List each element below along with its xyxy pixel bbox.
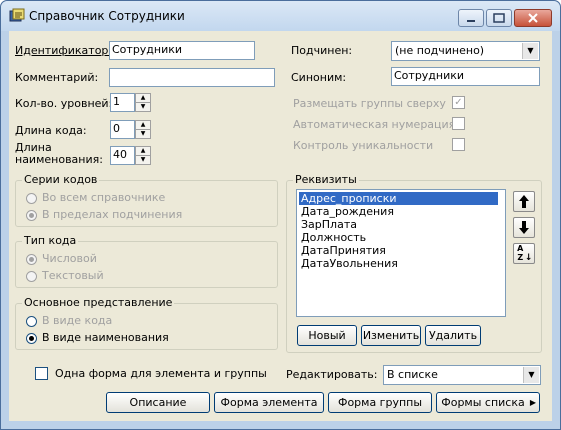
arrow-down-icon <box>519 221 529 234</box>
main-view-title: Основное представление <box>22 296 175 309</box>
new-button[interactable]: Новый <box>297 325 357 346</box>
group-form-button[interactable]: Форма группы <box>328 392 432 413</box>
window-title: Справочник Сотрудники <box>29 9 185 23</box>
name-length-field[interactable]: 40 <box>110 146 135 165</box>
move-up-button[interactable] <box>513 191 535 212</box>
main-view-radio-name[interactable] <box>26 333 37 344</box>
place-groups-label: Размещать группы сверху <box>293 97 446 110</box>
uniqueness-label: Контроль уникальности <box>293 139 434 152</box>
synonym-field[interactable]: Сотрудники <box>391 67 540 86</box>
place-groups-checkbox[interactable]: ✓ <box>452 96 465 109</box>
code-series-group: Серии кодов Во всем справочнике В предел… <box>15 173 278 227</box>
edit-mode-select[interactable]: В списке ▼ <box>383 365 541 385</box>
code-type-radio-text[interactable] <box>26 271 37 282</box>
subordinate-label: Подчинен: <box>291 44 353 57</box>
synonym-label: Синоним: <box>291 71 347 84</box>
main-view-radio-code[interactable] <box>26 316 37 327</box>
code-type-group: Тип кода Числовой Текстовый <box>15 234 278 288</box>
requisites-list[interactable]: Адрес_прописки Дата_рождения ЗарПлата До… <box>296 189 506 317</box>
comment-field[interactable] <box>109 68 275 87</box>
chevron-down-icon[interactable]: ▼ <box>523 367 539 383</box>
code-type-radio-numeric[interactable] <box>26 254 37 265</box>
code-type-option-numeric: Числовой <box>42 252 97 265</box>
minimize-icon <box>467 20 475 22</box>
close-icon <box>528 13 538 23</box>
title-bar[interactable]: Справочник Сотрудники <box>1 1 560 31</box>
list-item[interactable]: Адрес_прописки <box>299 192 498 205</box>
edit-button[interactable]: Изменить <box>361 325 421 346</box>
code-length-field[interactable]: 0 <box>110 120 135 139</box>
comment-label: Комментарий: <box>15 71 99 84</box>
one-form-checkbox[interactable] <box>35 367 48 380</box>
list-item[interactable]: Дата_рождения <box>299 205 396 218</box>
edit-mode-label: Редактировать: <box>286 368 378 381</box>
requisites-group: Реквизиты Адрес_прописки Дата_рождения З… <box>286 173 542 353</box>
sort-button[interactable]: AZ ↓ <box>513 243 535 264</box>
window: Справочник Сотрудники Идентификатор: Сот… <box>0 0 561 430</box>
uniqueness-checkbox[interactable] <box>452 138 465 151</box>
arrow-up-icon <box>519 195 529 208</box>
list-item[interactable]: ЗарПлата <box>299 218 359 231</box>
edit-mode-value: В списке <box>387 368 438 381</box>
list-item[interactable]: ДатаПринятия <box>299 244 388 257</box>
name-length-spinner[interactable]: ▲ ▼ <box>135 146 151 165</box>
auto-numbering-label: Автоматическая нумерация <box>293 118 456 131</box>
code-series-title: Серии кодов <box>22 173 100 186</box>
list-item[interactable]: ДатаУвольнения <box>299 257 400 270</box>
list-forms-label: Формы списка <box>441 396 525 409</box>
levels-spinner[interactable]: ▲ ▼ <box>135 93 151 112</box>
requisites-title: Реквизиты <box>293 173 359 186</box>
id-field[interactable]: Сотрудники <box>109 41 255 60</box>
close-button[interactable] <box>514 9 552 27</box>
chevron-right-icon: ▶ <box>529 398 536 407</box>
levels-label: Кол-во. уровней: <box>15 97 113 110</box>
main-view-group: Основное представление В виде кода В вид… <box>15 296 278 350</box>
subordinate-select[interactable]: (не подчинено) ▼ <box>391 41 540 61</box>
move-down-button[interactable] <box>513 217 535 238</box>
delete-button[interactable]: Удалить <box>425 325 481 346</box>
list-item[interactable]: Должность <box>299 231 368 244</box>
app-icon <box>9 8 25 22</box>
name-length-label-2: наименования: <box>15 153 103 166</box>
sort-az-icon: AZ <box>517 244 524 262</box>
one-form-label: Одна форма для элемента и группы <box>55 367 267 380</box>
subordinate-value: (не подчинено) <box>395 44 485 57</box>
main-view-option-name: В виде наименования <box>42 331 169 344</box>
main-view-option-code: В виде кода <box>42 314 113 327</box>
code-series-option-all: Во всем справочнике <box>42 191 166 204</box>
element-form-button[interactable]: Форма элемента <box>214 392 324 413</box>
code-type-title: Тип кода <box>22 234 79 247</box>
code-series-option-sub: В пределах подчинения <box>42 208 183 221</box>
auto-numbering-checkbox[interactable] <box>452 117 465 130</box>
maximize-icon <box>493 13 505 23</box>
list-forms-button[interactable]: Формы списка ▶ <box>436 392 540 413</box>
description-button[interactable]: Описание <box>106 392 210 413</box>
code-series-radio-sub[interactable] <box>26 210 37 221</box>
id-label: Идентификатор: <box>15 44 113 57</box>
code-length-spinner[interactable]: ▲ ▼ <box>135 120 151 139</box>
chevron-down-icon[interactable]: ▼ <box>522 43 538 59</box>
code-length-label: Длина кода: <box>15 124 87 137</box>
levels-field[interactable]: 1 <box>110 93 135 112</box>
code-series-radio-all[interactable] <box>26 193 37 204</box>
minimize-button[interactable] <box>458 9 484 27</box>
code-type-option-text: Текстовый <box>42 269 104 282</box>
maximize-button[interactable] <box>486 9 512 27</box>
form-body: Идентификатор: Сотрудники Комментарий: К… <box>9 31 552 421</box>
